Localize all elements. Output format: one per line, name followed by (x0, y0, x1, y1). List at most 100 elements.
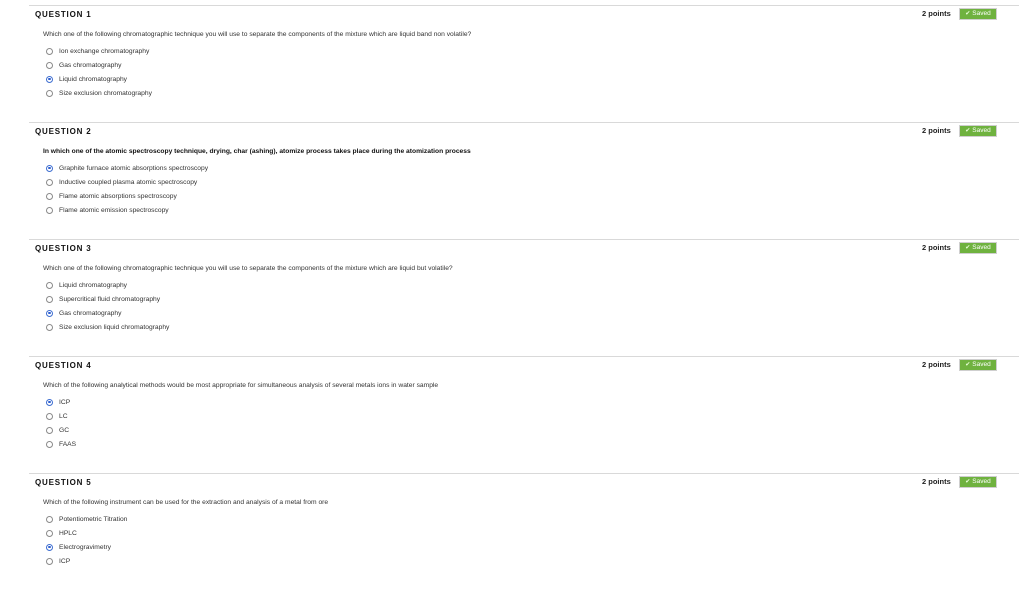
radio-button[interactable] (46, 515, 53, 523)
radio-button-selected[interactable] (46, 309, 53, 317)
answer-option-label[interactable]: ICP (59, 399, 70, 406)
answer-option[interactable]: Inductive coupled plasma atomic spectros… (46, 175, 208, 189)
saved-status-label: Saved (972, 127, 991, 134)
radio-button[interactable] (46, 192, 53, 200)
question-title: QUESTION 2 (35, 127, 92, 136)
answer-options: Potentiometric Titration HPLC Electrogra… (46, 512, 127, 568)
check-icon: ✔ (965, 245, 971, 251)
radio-button[interactable] (46, 206, 53, 214)
answer-option[interactable]: ICP (46, 395, 76, 409)
answer-options: Liquid chromatography Supercritical flui… (46, 278, 169, 334)
answer-option[interactable]: Flame atomic emission spectroscopy (46, 203, 208, 217)
answer-option-label[interactable]: Size exclusion chromatography (59, 90, 152, 97)
radio-button-selected[interactable] (46, 543, 53, 551)
answer-option[interactable]: ICP (46, 554, 127, 568)
question-title: QUESTION 5 (35, 478, 92, 487)
answer-options: ICP LC GC FAAS (46, 395, 76, 451)
answer-option-label[interactable]: Gas chromatography (59, 310, 121, 317)
saved-status-label: Saved (972, 478, 991, 485)
answer-option[interactable]: Gas chromatography (46, 58, 152, 72)
radio-button[interactable] (46, 426, 53, 434)
radio-button[interactable] (46, 47, 53, 55)
answer-option-label[interactable]: Size exclusion liquid chromatography (59, 324, 169, 331)
saved-status-badge: ✔ Saved (959, 476, 997, 488)
answer-option[interactable]: Liquid chromatography (46, 72, 152, 86)
radio-button[interactable] (46, 61, 53, 69)
question-header: QUESTION 5 2 points ✔ Saved (29, 473, 1019, 494)
answer-option[interactable]: Liquid chromatography (46, 278, 169, 292)
question-2: QUESTION 2 2 points ✔ Saved In which one … (29, 122, 1019, 240)
answer-option[interactable]: FAAS (46, 437, 76, 451)
answer-option-label[interactable]: Liquid chromatography (59, 76, 127, 83)
answer-option-label[interactable]: Potentiometric Titration (59, 516, 127, 523)
answer-option-label[interactable]: GC (59, 427, 69, 434)
radio-button[interactable] (46, 323, 53, 331)
question-title: QUESTION 3 (35, 244, 92, 253)
question-points: 2 points (922, 360, 951, 369)
radio-button[interactable] (46, 440, 53, 448)
answer-option[interactable]: Potentiometric Titration (46, 512, 127, 526)
question-text: In which one of the atomic spectroscopy … (43, 148, 471, 155)
answer-option-label[interactable]: FAAS (59, 441, 76, 448)
radio-button-selected[interactable] (46, 398, 53, 406)
question-title: QUESTION 1 (35, 10, 92, 19)
answer-option-label[interactable]: Liquid chromatography (59, 282, 127, 289)
question-text: Which one of the following chromatograph… (43, 265, 453, 272)
radio-button[interactable] (46, 89, 53, 97)
answer-option[interactable]: Flame atomic absorptions spectroscopy (46, 189, 208, 203)
answer-option-label[interactable]: Inductive coupled plasma atomic spectros… (59, 179, 197, 186)
question-header: QUESTION 3 2 points ✔ Saved (29, 239, 1019, 260)
saved-status-label: Saved (972, 10, 991, 17)
question-header: QUESTION 4 2 points ✔ Saved (29, 356, 1019, 377)
question-4: QUESTION 4 2 points ✔ Saved Which of the … (29, 356, 1019, 474)
answer-option[interactable]: LC (46, 409, 76, 423)
saved-status-badge: ✔ Saved (959, 125, 997, 137)
radio-button[interactable] (46, 529, 53, 537)
saved-status-badge: ✔ Saved (959, 242, 997, 254)
answer-option-label[interactable]: Flame atomic absorptions spectroscopy (59, 193, 177, 200)
answer-option[interactable]: HPLC (46, 526, 127, 540)
radio-button[interactable] (46, 557, 53, 565)
answer-option[interactable]: GC (46, 423, 76, 437)
check-icon: ✔ (965, 128, 971, 134)
radio-button-selected[interactable] (46, 164, 53, 172)
answer-option[interactable]: Gas chromatography (46, 306, 169, 320)
answer-option[interactable]: Ion exchange chromatography (46, 44, 152, 58)
answer-option[interactable]: Size exclusion liquid chromatography (46, 320, 169, 334)
radio-button-selected[interactable] (46, 75, 53, 83)
radio-button[interactable] (46, 295, 53, 303)
question-text: Which of the following analytical method… (43, 382, 439, 389)
question-text: Which of the following instrument can be… (43, 499, 329, 506)
question-3: QUESTION 3 2 points ✔ Saved Which one of … (29, 239, 1019, 357)
radio-button[interactable] (46, 281, 53, 289)
answer-option[interactable]: Size exclusion chromatography (46, 86, 152, 100)
question-points: 2 points (922, 9, 951, 18)
answer-option-label[interactable]: Flame atomic emission spectroscopy (59, 207, 169, 214)
question-points: 2 points (922, 243, 951, 252)
answer-option[interactable]: Graphite furnace atomic absorptions spec… (46, 161, 208, 175)
answer-option-label[interactable]: ICP (59, 558, 70, 565)
saved-status-badge: ✔ Saved (959, 8, 997, 20)
question-title: QUESTION 4 (35, 361, 92, 370)
question-points: 2 points (922, 477, 951, 486)
answer-option-label[interactable]: Ion exchange chromatography (59, 48, 149, 55)
question-header: QUESTION 2 2 points ✔ Saved (29, 122, 1019, 143)
radio-button[interactable] (46, 412, 53, 420)
question-1: QUESTION 1 2 points ✔ Saved Which one of … (29, 5, 1019, 123)
answer-options: Ion exchange chromatography Gas chromato… (46, 44, 152, 100)
radio-button[interactable] (46, 178, 53, 186)
answer-option-label[interactable]: Gas chromatography (59, 62, 121, 69)
check-icon: ✔ (965, 479, 971, 485)
question-points: 2 points (922, 126, 951, 135)
answer-option[interactable]: Electrogravimetry (46, 540, 127, 554)
check-icon: ✔ (965, 362, 971, 368)
answer-option-label[interactable]: Supercritical fluid chromatography (59, 296, 160, 303)
answer-options: Graphite furnace atomic absorptions spec… (46, 161, 208, 217)
answer-option-label[interactable]: LC (59, 413, 68, 420)
answer-option-label[interactable]: Electrogravimetry (59, 544, 111, 551)
answer-option-label[interactable]: HPLC (59, 530, 77, 537)
saved-status-label: Saved (972, 361, 991, 368)
answer-option-label[interactable]: Graphite furnace atomic absorptions spec… (59, 165, 208, 172)
answer-option[interactable]: Supercritical fluid chromatography (46, 292, 169, 306)
saved-status-badge: ✔ Saved (959, 359, 997, 371)
